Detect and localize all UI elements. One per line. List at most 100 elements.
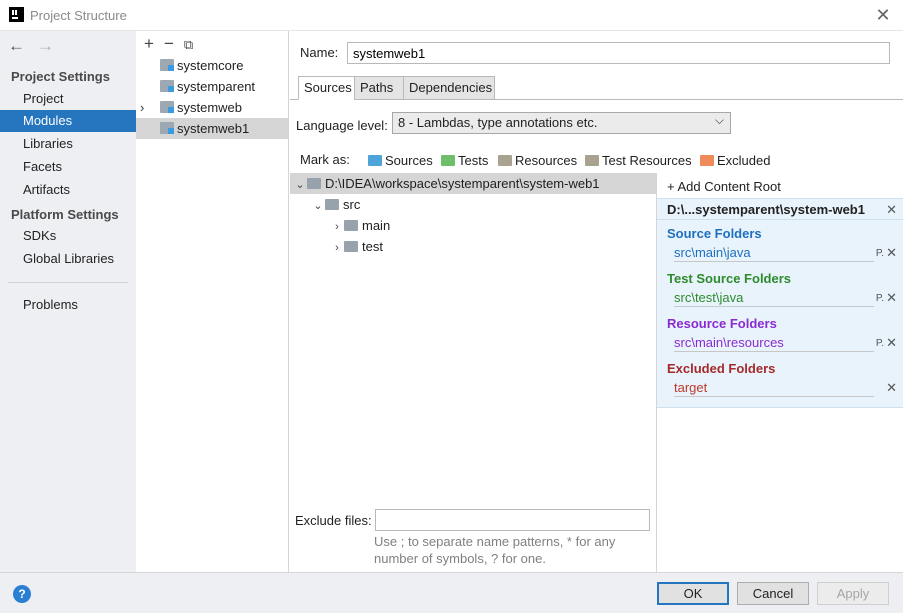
remove-folder-icon[interactable]: ✕ bbox=[886, 380, 897, 396]
tree-label: main bbox=[362, 218, 391, 233]
test-resources-folder-icon bbox=[585, 155, 599, 166]
sidebar-item-modules[interactable]: Modules bbox=[0, 110, 136, 132]
platform-settings-header: Platform Settings bbox=[11, 207, 119, 222]
sidebar-item-facets[interactable]: Facets bbox=[0, 156, 136, 178]
window-title: Project Structure bbox=[30, 8, 127, 23]
name-label: Name: bbox=[300, 45, 339, 60]
source-tree: ⌄ D:\IDEA\workspace\systemparent\system-w… bbox=[290, 173, 656, 503]
remove-folder-icon[interactable]: ✕ bbox=[886, 290, 897, 306]
dialog-button-bar: ? OK Cancel Apply bbox=[0, 572, 903, 613]
plus-icon: + bbox=[667, 179, 675, 194]
content-root-panel: + Add Content Root D:\...systemparent\sy… bbox=[656, 173, 903, 572]
edit-package-prefix-icon[interactable]: P. bbox=[876, 293, 884, 304]
tree-row-test[interactable]: › test bbox=[290, 236, 656, 257]
module-item[interactable]: › systemweb bbox=[136, 97, 289, 118]
sidebar-item-project[interactable]: Project bbox=[0, 88, 136, 110]
tree-row-main[interactable]: › main bbox=[290, 215, 656, 236]
modules-panel: + − ⧉ systemcore systemparent › systemweb … bbox=[136, 31, 289, 572]
resource-folders-title: Resource Folders bbox=[667, 316, 777, 331]
tab-sources[interactable]: Sources bbox=[298, 76, 355, 100]
source-folders-title: Source Folders bbox=[667, 226, 762, 241]
content-root-box: D:\...systemparent\system-web1 ✕ Source … bbox=[657, 198, 903, 408]
ok-button[interactable]: OK bbox=[657, 582, 729, 605]
folder-icon bbox=[344, 220, 358, 231]
folder-icon bbox=[325, 199, 339, 210]
remove-root-icon[interactable]: ✕ bbox=[886, 202, 897, 218]
chevron-right-icon[interactable]: › bbox=[330, 217, 344, 238]
mark-as-test-resources-label: Test Resources bbox=[602, 153, 692, 168]
project-settings-header: Project Settings bbox=[11, 69, 110, 84]
sidebar-item-artifacts[interactable]: Artifacts bbox=[0, 179, 136, 201]
mark-as-tests-label: Tests bbox=[458, 153, 489, 168]
mark-as-resources[interactable]: Resources bbox=[498, 153, 577, 168]
module-label: systemweb bbox=[177, 100, 243, 115]
tree-label: test bbox=[362, 239, 383, 254]
mark-as-test-resources[interactable]: Test Resources bbox=[585, 153, 692, 168]
language-level-value: 8 - Lambdas, type annotations etc. bbox=[398, 115, 598, 130]
back-arrow-icon[interactable]: ← bbox=[8, 36, 25, 55]
module-name-input[interactable] bbox=[347, 42, 890, 64]
folder-path-underline bbox=[674, 351, 874, 352]
tree-row-src[interactable]: ⌄ src bbox=[290, 194, 656, 215]
content-root-path: D:\...systemparent\system-web1 bbox=[667, 202, 865, 217]
mark-as-resources-label: Resources bbox=[515, 153, 578, 168]
resource-folder-path: src\main\resources bbox=[674, 335, 784, 350]
remove-icon[interactable]: − bbox=[164, 34, 174, 53]
forward-arrow-icon[interactable]: → bbox=[37, 36, 54, 55]
add-content-root-button[interactable]: + Add Content Root bbox=[667, 179, 781, 194]
mark-as-excluded-label: Excluded bbox=[717, 153, 771, 168]
help-icon[interactable]: ? bbox=[13, 585, 31, 603]
chevron-right-icon[interactable]: › bbox=[140, 97, 144, 118]
sidebar-item-global-libraries[interactable]: Global Libraries bbox=[0, 248, 136, 270]
chevron-down-icon[interactable]: ⌄ bbox=[311, 196, 325, 217]
excluded-folders-title: Excluded Folders bbox=[667, 361, 776, 376]
module-item[interactable]: systemparent bbox=[136, 76, 289, 97]
module-icon bbox=[160, 80, 174, 92]
folder-path-underline bbox=[674, 396, 874, 397]
mark-as-label: Mark as: bbox=[300, 152, 350, 167]
module-item[interactable]: systemcore bbox=[136, 55, 289, 76]
chevron-right-icon[interactable]: › bbox=[330, 238, 344, 259]
folder-path-underline bbox=[674, 261, 874, 262]
exclude-files-hint: Use ; to separate name patterns, * for a… bbox=[374, 534, 616, 566]
mark-as-excluded[interactable]: Excluded bbox=[700, 153, 770, 168]
folder-icon bbox=[344, 241, 358, 252]
remove-folder-icon[interactable]: ✕ bbox=[886, 245, 897, 261]
module-label: systemcore bbox=[177, 58, 244, 73]
sources-folder-icon bbox=[368, 155, 382, 166]
chevron-down-icon[interactable]: ⌄ bbox=[293, 175, 307, 196]
module-label: systemparent bbox=[177, 79, 256, 94]
module-icon bbox=[160, 59, 174, 71]
sidebar-item-libraries[interactable]: Libraries bbox=[0, 133, 136, 155]
test-source-folders-title: Test Source Folders bbox=[667, 271, 792, 286]
sidebar-item-problems[interactable]: Problems bbox=[0, 294, 136, 316]
content-root-divider bbox=[657, 219, 903, 220]
exclude-files-input[interactable] bbox=[375, 509, 650, 531]
folder-path-underline bbox=[674, 306, 874, 307]
tab-paths[interactable]: Paths bbox=[354, 76, 404, 100]
language-level-label: Language level: bbox=[296, 118, 388, 133]
test-source-folder-path: src\test\java bbox=[674, 290, 744, 305]
module-icon bbox=[160, 101, 174, 113]
intellij-logo-icon bbox=[9, 7, 24, 22]
mark-as-sources[interactable]: Sources bbox=[368, 153, 433, 168]
tab-dependencies[interactable]: Dependencies bbox=[403, 76, 495, 100]
tree-root-row[interactable]: ⌄ D:\IDEA\workspace\systemparent\system-w… bbox=[290, 173, 656, 194]
folder-icon bbox=[307, 178, 321, 189]
cancel-button[interactable]: Cancel bbox=[737, 582, 809, 605]
apply-button[interactable]: Apply bbox=[817, 582, 889, 605]
mark-as-tests[interactable]: Tests bbox=[441, 153, 488, 168]
copy-icon[interactable]: ⧉ bbox=[184, 37, 193, 52]
language-level-select[interactable]: 8 - Lambdas, type annotations etc. ⌵ bbox=[392, 112, 731, 134]
add-icon[interactable]: + bbox=[144, 34, 154, 53]
sidebar-item-sdks[interactable]: SDKs bbox=[0, 225, 136, 247]
modules-toolbar: + − ⧉ bbox=[144, 34, 203, 54]
module-item[interactable]: systemweb1 bbox=[136, 118, 289, 139]
chevron-down-icon: ⌵ bbox=[714, 113, 724, 127]
close-icon[interactable]: ✕ bbox=[873, 5, 893, 25]
nav-arrows: ← → bbox=[8, 36, 66, 56]
edit-package-prefix-icon[interactable]: P. bbox=[876, 248, 884, 259]
remove-folder-icon[interactable]: ✕ bbox=[886, 335, 897, 351]
edit-package-prefix-icon[interactable]: P. bbox=[876, 338, 884, 349]
module-icon bbox=[160, 122, 174, 134]
